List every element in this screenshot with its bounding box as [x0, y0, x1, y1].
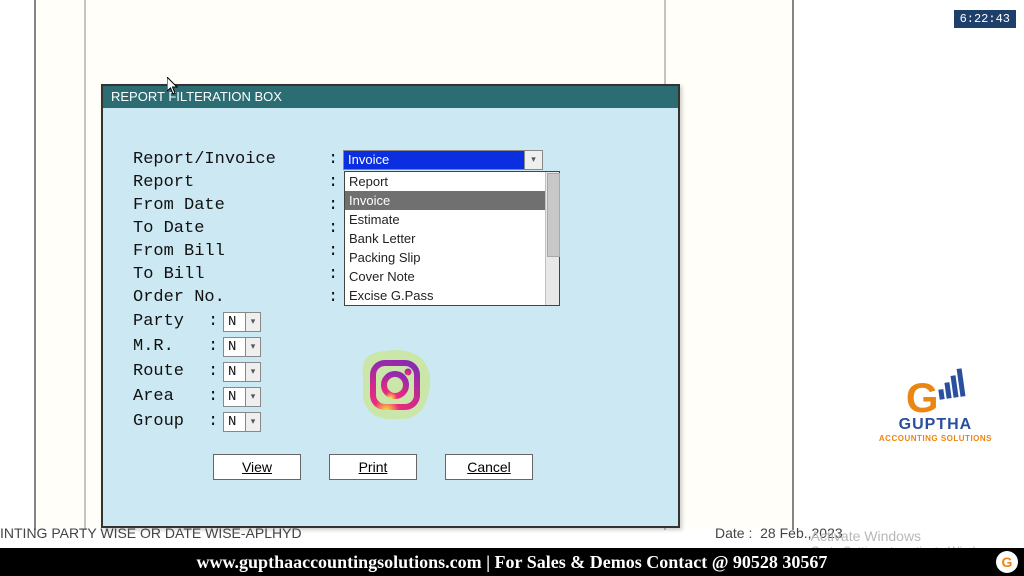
- label-report: Report: [133, 173, 328, 192]
- logo-letter-icon: G: [906, 374, 939, 422]
- logo-subtitle: ACCOUNTING SOLUTIONS: [879, 434, 992, 443]
- scrollbar[interactable]: [545, 172, 559, 305]
- instagram-icon: [355, 345, 435, 425]
- mr-dropdown[interactable]: N▾: [223, 337, 261, 357]
- label-route: Route: [133, 362, 208, 381]
- dropdown-option[interactable]: Estimate: [345, 210, 559, 229]
- label-party: Party: [133, 312, 208, 331]
- chevron-down-icon[interactable]: ▾: [524, 151, 542, 169]
- report-filteration-dialog: REPORT FILTERATION BOX Report/Invoice : …: [101, 84, 680, 528]
- label-mr: M.R.: [133, 337, 208, 356]
- status-left-text: INTING PARTY WISE OR DATE WISE-APLHYD: [0, 525, 302, 541]
- label-from-bill: From Bill: [133, 242, 328, 261]
- dropdown-option[interactable]: Invoice: [345, 191, 559, 210]
- cancel-button[interactable]: Cancel: [445, 454, 533, 480]
- colon: :: [328, 150, 343, 169]
- footer-bar: www.gupthaaccountingsolutions.com | For …: [0, 548, 1024, 576]
- party-dropdown[interactable]: N▾: [223, 312, 261, 332]
- label-to-bill: To Bill: [133, 265, 328, 284]
- brand-logo: G GUPTHA ACCOUNTING SOLUTIONS: [879, 370, 992, 443]
- report-invoice-dropdown[interactable]: Invoice ▾ Report Invoice Estimate Bank L…: [343, 150, 543, 170]
- chevron-down-icon[interactable]: ▾: [245, 338, 260, 356]
- label-group: Group: [133, 412, 208, 431]
- dropdown-option[interactable]: Packing Slip: [345, 248, 559, 267]
- footer-logo-icon: G: [996, 551, 1018, 573]
- label-to-date: To Date: [133, 219, 328, 238]
- label-order-no: Order No.: [133, 288, 328, 307]
- group-dropdown[interactable]: N▾: [223, 412, 261, 432]
- footer-text: www.gupthaaccountingsolutions.com | For …: [197, 552, 828, 573]
- dropdown-option[interactable]: Report: [345, 172, 559, 191]
- chevron-down-icon[interactable]: ▾: [245, 363, 260, 381]
- area-dropdown[interactable]: N▾: [223, 387, 261, 407]
- label-area: Area: [133, 387, 208, 406]
- dropdown-option[interactable]: Bank Letter: [345, 229, 559, 248]
- clock: 6:22:43: [954, 10, 1016, 28]
- view-button[interactable]: View: [213, 454, 301, 480]
- dropdown-option[interactable]: Cover Note: [345, 267, 559, 286]
- chevron-down-icon[interactable]: ▾: [245, 313, 260, 331]
- dropdown-option[interactable]: Excise G.Pass: [345, 286, 559, 305]
- logo-bars-icon: [935, 368, 967, 405]
- mouse-cursor: [167, 77, 181, 100]
- print-button[interactable]: Print: [329, 454, 417, 480]
- dropdown-list: Report Invoice Estimate Bank Letter Pack…: [344, 171, 560, 306]
- chevron-down-icon[interactable]: ▾: [245, 413, 260, 431]
- chevron-down-icon[interactable]: ▾: [245, 388, 260, 406]
- label-report-invoice: Report/Invoice: [133, 150, 328, 169]
- dialog-title: REPORT FILTERATION BOX: [103, 86, 678, 108]
- dropdown-selected: Invoice: [348, 152, 389, 167]
- route-dropdown[interactable]: N▾: [223, 362, 261, 382]
- label-from-date: From Date: [133, 196, 328, 215]
